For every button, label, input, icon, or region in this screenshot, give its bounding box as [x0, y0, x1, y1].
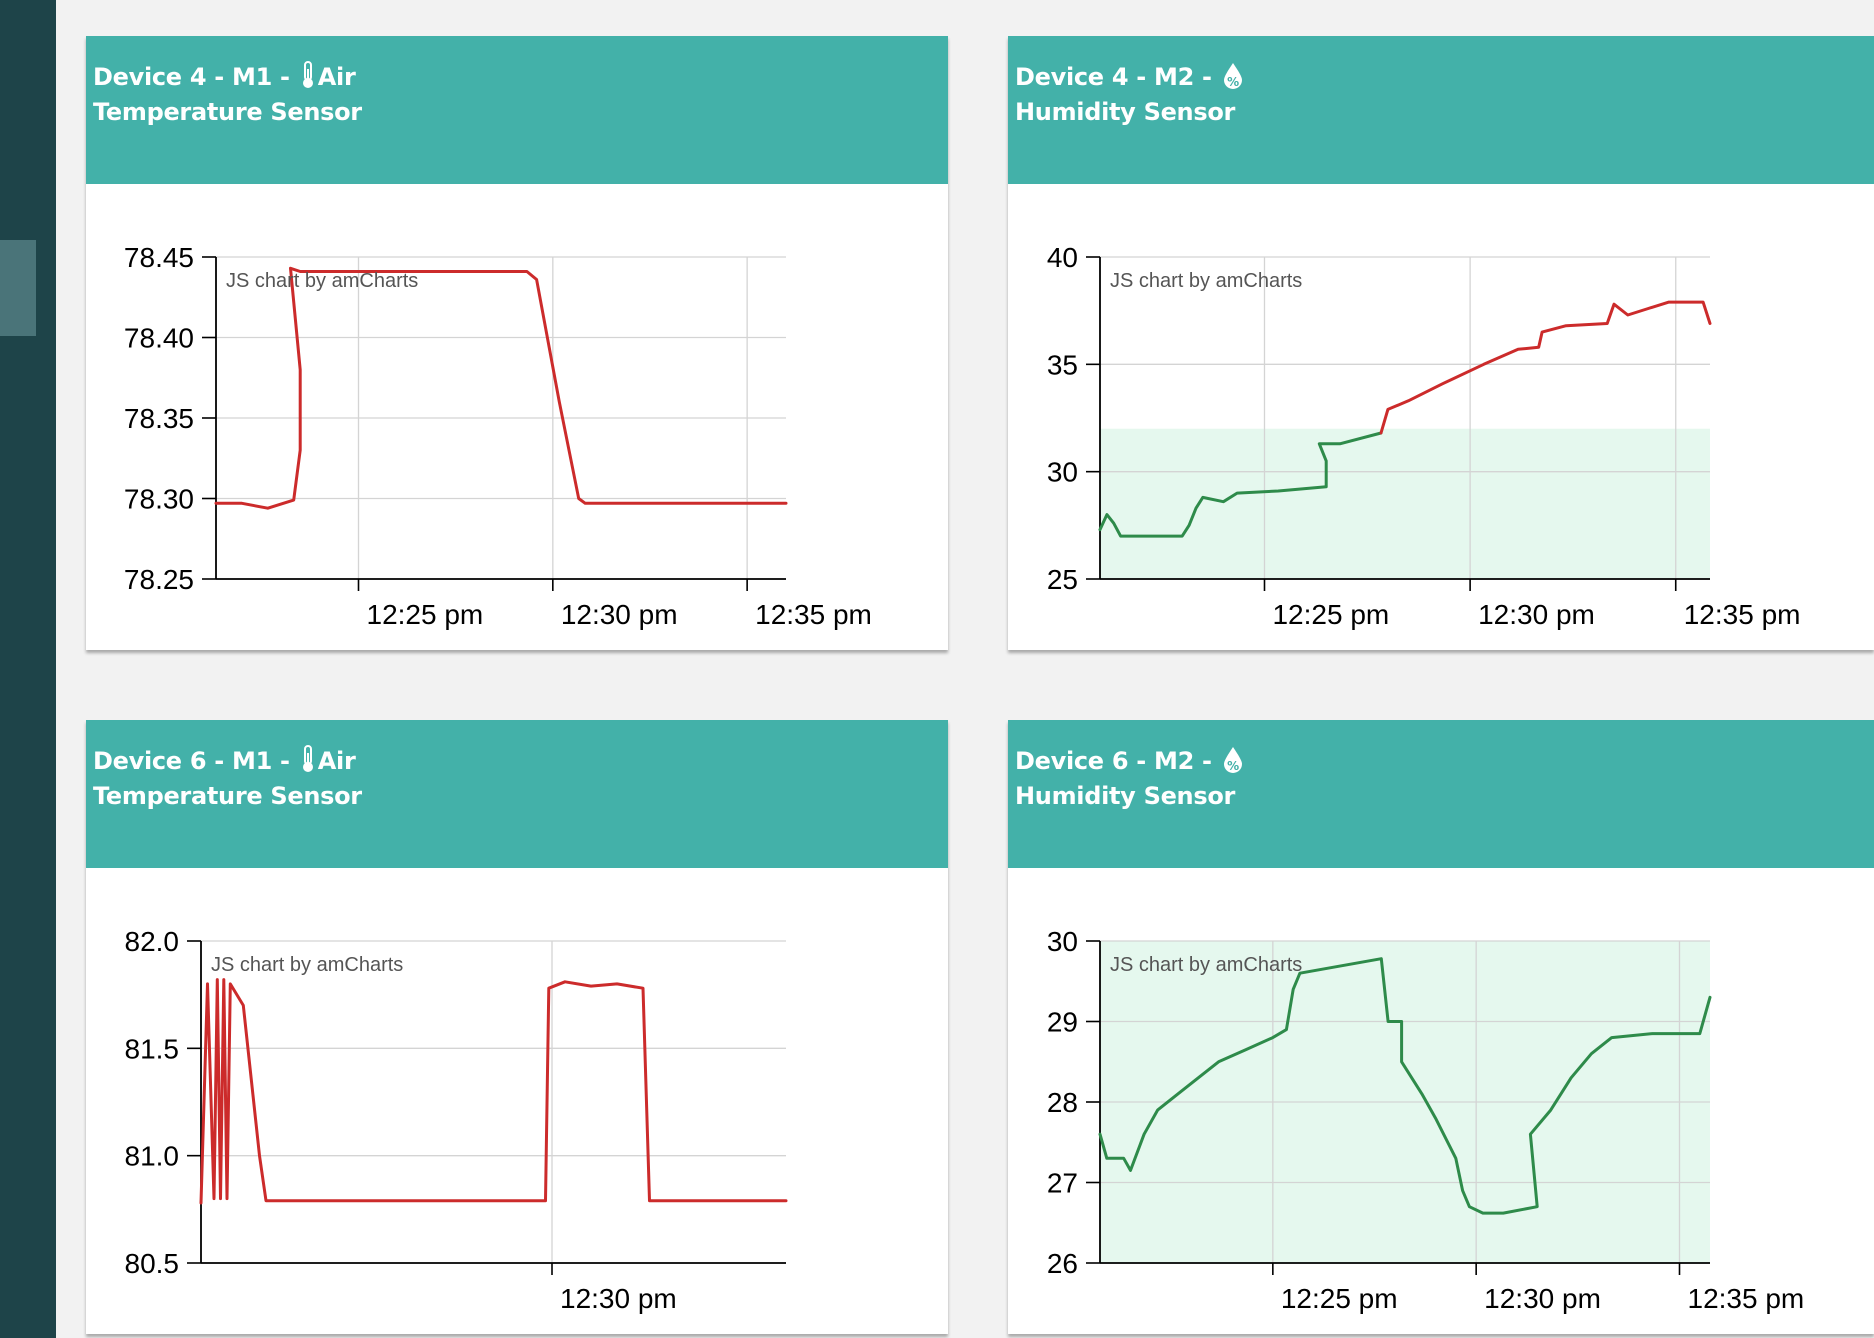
chart-card: Device 6 - M2 - % Humidity Sensor 30 29 28 2… [1008, 720, 1874, 1334]
y-tick-label: 78.30 [124, 484, 194, 515]
y-tick-label: 78.40 [124, 323, 194, 354]
sidebar-active-tab[interactable] [0, 240, 36, 336]
card-header: Device 6 - M1 - Air Temperature Sensor [86, 720, 948, 868]
svg-text:%: % [1227, 75, 1239, 89]
y-tick-label: 78.45 [124, 242, 194, 273]
card-title-suffix: Humidity Sensor [1015, 98, 1236, 126]
y-tick-label: 81.5 [125, 1033, 180, 1064]
card-title-prefix: Device 6 - M2 - [1015, 747, 1220, 775]
x-tick-label: 12:35 pm [1684, 599, 1801, 630]
x-tick-label: 12:35 pm [1688, 1283, 1805, 1314]
y-tick-label: 35 [1047, 349, 1078, 380]
y-tick-label: 30 [1047, 457, 1078, 488]
card-title: Device 4 - M2 - % Humidity Sensor [1015, 60, 1335, 127]
y-tick-label: 81.0 [125, 1141, 180, 1172]
series-line [1379, 300, 1712, 435]
y-tick-label: 25 [1047, 564, 1078, 595]
y-tick-label: 26 [1047, 1248, 1078, 1279]
y-tick-label: 40 [1047, 242, 1078, 273]
card-title-suffix: Humidity Sensor [1015, 782, 1236, 810]
card-title: Device 6 - M2 - % Humidity Sensor [1015, 744, 1335, 811]
x-tick-label: 12:35 pm [755, 599, 872, 630]
series-line [214, 266, 788, 510]
y-tick-label: 29 [1047, 1007, 1078, 1038]
card-title-prefix: Device 4 - M2 - [1015, 63, 1220, 91]
chart-card: Device 4 - M2 - % Humidity Sensor 40 35 30 2… [1008, 36, 1874, 650]
chart-credit: JS chart by amCharts [226, 270, 418, 292]
chart-card: Device 6 - M1 - Air Temperature Sensor 8… [86, 720, 948, 1334]
x-tick-label: 12:25 pm [1272, 599, 1389, 630]
x-tick-label: 12:25 pm [367, 599, 484, 630]
card-title: Device 6 - M1 - Air Temperature Sensor [93, 744, 413, 811]
chart-credit: JS chart by amCharts [1110, 954, 1302, 976]
y-tick-label: 80.5 [125, 1248, 180, 1279]
thermometer-icon [299, 744, 317, 781]
y-tick-label: 27 [1047, 1168, 1078, 1199]
guide-band [1100, 428, 1710, 579]
sidebar [0, 0, 56, 1338]
humidity-drop-icon: % [1221, 744, 1245, 781]
chart-card: Device 4 - M1 - Air Temperature Sensor 7… [86, 36, 948, 650]
chart-credit: JS chart by amCharts [1110, 270, 1302, 292]
x-tick-label: 12:25 pm [1281, 1283, 1398, 1314]
chart-credit: JS chart by amCharts [211, 954, 403, 976]
x-tick-label: 12:30 pm [1484, 1283, 1601, 1314]
x-tick-label: 12:30 pm [561, 599, 678, 630]
card-title-prefix: Device 4 - M1 - [93, 63, 298, 91]
humidity-drop-icon: % [1221, 60, 1245, 97]
y-tick-label: 82.0 [125, 926, 180, 957]
y-tick-label: 78.35 [124, 403, 194, 434]
x-tick-label: 12:30 pm [560, 1283, 677, 1314]
card-title: Device 4 - M1 - Air Temperature Sensor [93, 60, 413, 127]
card-title-prefix: Device 6 - M1 - [93, 747, 298, 775]
line-chart: 78.45 78.40 78.35 78.30 78.25 12:25 pm 12:30 p… [124, 242, 872, 630]
line-chart: 82.0 81.5 81.0 80.5 12:30 pm JS chart by amCh… [125, 926, 788, 1314]
y-tick-label: 30 [1047, 926, 1078, 957]
y-tick-label: 28 [1047, 1087, 1078, 1118]
y-tick-label: 78.25 [124, 564, 194, 595]
card-header: Device 6 - M2 - % Humidity Sensor [1008, 720, 1874, 868]
svg-text:%: % [1227, 759, 1239, 773]
line-chart: 40 35 30 25 12:25 pm 12:30 pm 12:35 pm JS chart… [1047, 242, 1801, 630]
x-tick-label: 12:30 pm [1478, 599, 1595, 630]
series-line [199, 978, 788, 1205]
thermometer-icon [299, 60, 317, 97]
card-header: Device 4 - M2 - % Humidity Sensor [1008, 36, 1874, 184]
card-header: Device 4 - M1 - Air Temperature Sensor [86, 36, 948, 184]
line-chart: 30 29 28 27 26 12:25 pm 12:30 pm 12:35 pm JS cha… [1047, 926, 1805, 1314]
